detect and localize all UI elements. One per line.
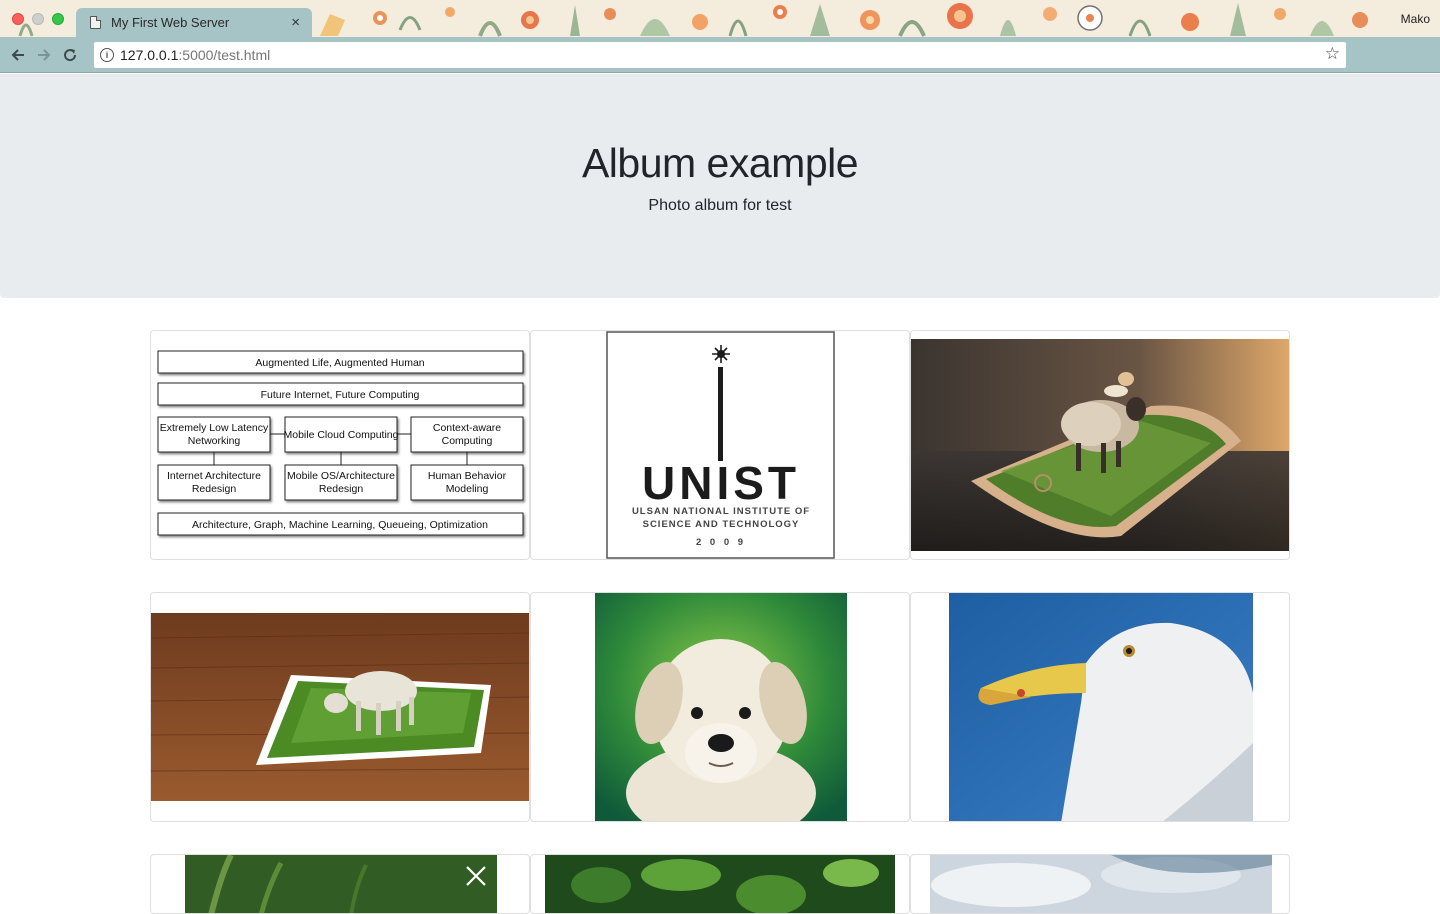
research-diagram-image: Augmented Life, Augmented Human Future I… (157, 350, 524, 536)
url-path: :5000/test.html (178, 47, 271, 63)
diagram-label: Mobile Cloud Computing (284, 429, 399, 441)
unist-logo-image: UNIST ULSAN NATIONAL INSTITUTE OF SCIENC… (606, 331, 835, 559)
album-card-seagull[interactable] (910, 592, 1290, 822)
reload-icon (64, 48, 77, 61)
unist-year: 2 0 0 9 (696, 537, 746, 548)
diagram-label: Redesign (319, 483, 364, 495)
browser-tab-active[interactable]: My First Web Server × (76, 8, 312, 37)
diagram-label: Extremely Low Latency (160, 422, 269, 434)
close-icon[interactable] (465, 865, 487, 887)
star-icon[interactable]: ☆ (1325, 44, 1340, 64)
album-card-puppy[interactable] (530, 592, 910, 822)
browser-toolbar: i 127.0.0.1:5000/test.html ☆ ⋮ (0, 37, 1440, 99)
clouds-photo (930, 855, 1272, 913)
diagram-label: Networking (188, 435, 241, 447)
page-subtitle: Photo album for test (648, 197, 792, 214)
puppy-photo (595, 593, 847, 821)
goat-grass-photo (151, 613, 529, 801)
diagram-label: Redesign (192, 483, 237, 495)
tab-title: My First Web Server (111, 15, 230, 30)
album-card-research-diagram[interactable]: Augmented Life, Augmented Human Future I… (150, 330, 530, 560)
unist-line-2: SCIENCE AND TECHNOLOGY (643, 519, 800, 530)
diagram-label: Future Internet, Future Computing (261, 389, 420, 401)
leaves-photo (545, 855, 895, 913)
back-button[interactable] (5, 42, 31, 68)
sheep-on-phone-photo (911, 339, 1289, 551)
profile-name[interactable]: Mako (1401, 12, 1430, 26)
minimize-window-button[interactable] (32, 13, 44, 25)
album-card-grass[interactable] (150, 854, 530, 914)
diagram-label: Computing (442, 435, 493, 447)
page-icon (90, 16, 101, 29)
diagram-label: Modeling (446, 483, 489, 495)
arrow-left-icon (11, 48, 24, 61)
diagram-label: Augmented Life, Augmented Human (255, 357, 424, 369)
reload-button[interactable] (57, 42, 83, 68)
album-card-leaves[interactable] (530, 854, 910, 914)
page-title: Album example (581, 140, 859, 186)
browser-titlebar: My First Web Server × Mako (0, 0, 1440, 37)
address-bar[interactable]: i 127.0.0.1:5000/test.html ☆ (94, 42, 1346, 68)
info-icon[interactable]: i (100, 48, 114, 62)
unist-line-1: ULSAN NATIONAL INSTITUTE OF (632, 506, 810, 517)
maximize-window-button[interactable] (52, 13, 64, 25)
jumbotron: Album example Photo album for test (0, 74, 1440, 298)
diagram-label: Internet Architecture (167, 470, 261, 482)
diagram-label: Mobile OS/Architecture (287, 470, 395, 482)
forward-button[interactable] (31, 42, 57, 68)
tab-close-icon[interactable]: × (291, 15, 300, 30)
unist-wordmark: UNIST (642, 457, 800, 509)
album-card-goat-floor[interactable] (150, 592, 530, 822)
seagull-photo (949, 593, 1253, 821)
diagram-label: Architecture, Graph, Machine Learning, Q… (192, 519, 488, 531)
diagram-label: Human Behavior (428, 470, 507, 482)
diagram-label: Context-aware (433, 422, 501, 434)
arrow-right-icon (38, 48, 51, 61)
album-card-clouds[interactable] (910, 854, 1290, 914)
url-host: 127.0.0.1 (120, 47, 179, 63)
album-card-unist-logo[interactable]: UNIST ULSAN NATIONAL INSTITUTE OF SCIENC… (530, 330, 910, 560)
close-window-button[interactable] (12, 13, 24, 25)
album-card-sheep-phone[interactable] (910, 330, 1290, 560)
